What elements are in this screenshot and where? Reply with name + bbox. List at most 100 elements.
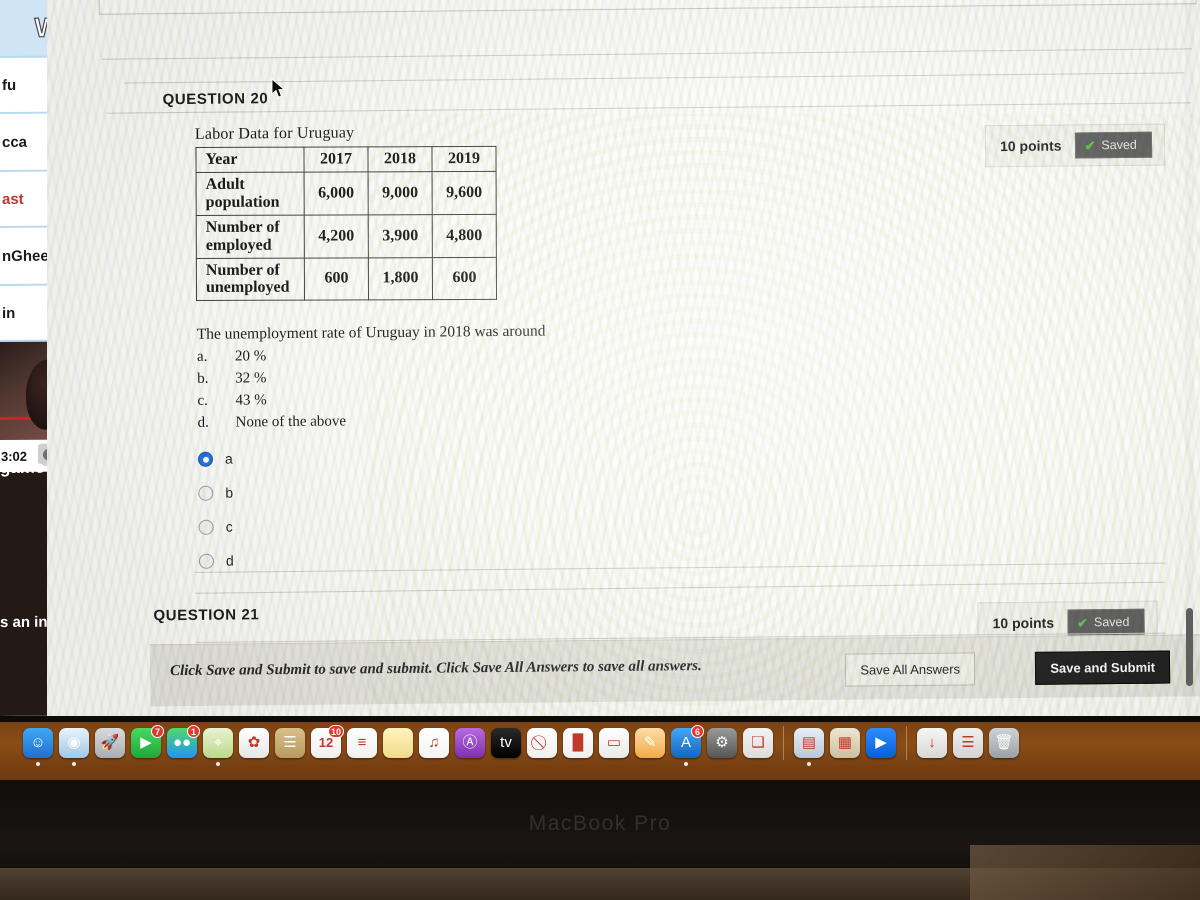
option-d-letter: d. — [197, 415, 209, 432]
notes-icon[interactable] — [383, 728, 413, 758]
question-20-option-b: b. 32 % — [197, 366, 717, 388]
device-model-label: MacBook Pro — [528, 812, 672, 835]
table-row-header-number-unemployed: Number of unemployed — [196, 257, 305, 301]
launchpad-icon[interactable]: 🚀 — [95, 728, 125, 758]
dock-running-indicator — [684, 762, 688, 766]
safari-icon[interactable]: ◉ — [59, 728, 89, 766]
calendar-icon[interactable]: 12 10 — [311, 725, 344, 758]
question-21-saved-label: Saved — [1093, 614, 1130, 630]
macos-dock: ☺◉🚀▶7●●1⌖✿☰1210≡♫Ⓐtv⃠█▭✎A6⚙❑▤▦▶↓☰🗑 — [0, 722, 1200, 780]
question-21-points-text: 10 points — [992, 614, 1055, 632]
trash-icon[interactable]: 🗑 — [989, 728, 1019, 758]
radio-choice-a[interactable]: a — [197, 441, 718, 472]
podcasts-icon[interactable]: Ⓐ — [455, 728, 485, 758]
row-label-line-2: population — [205, 193, 280, 211]
photographed-desk-scene: W fu cca ast nGhee in 3:02 game s an in … — [0, 0, 1200, 900]
finder-icon[interactable]: ☺ — [23, 728, 53, 766]
question-20-status-badge: ✔ Saved — [1075, 131, 1152, 159]
footer-instruction-text: Click Save and Submit to save and submit… — [169, 658, 702, 680]
divider-question-21-top — [195, 581, 1166, 594]
table-col-header-2018: 2018 — [367, 146, 433, 172]
messages-icon[interactable]: ●● 1 — [167, 725, 200, 758]
dock-badge: 6 — [691, 725, 704, 738]
reminders-icon[interactable]: ≡ — [347, 728, 377, 758]
question-20-label: QUESTION 20 — [162, 90, 269, 109]
question-20-points-text: 10 points — [999, 137, 1062, 155]
pages-icon[interactable]: ✎ — [635, 728, 665, 758]
laptop-screen: Question Completion Status: QUESTION 20 … — [47, 0, 1200, 716]
option-d-text: None of the above — [235, 413, 347, 431]
browser-window-icon[interactable]: ▤ — [794, 728, 824, 766]
question-20-prompt: The unemployment rate of Uruguay in 2018… — [196, 322, 546, 344]
cell-unemployed-2018: 1,800 — [368, 257, 433, 301]
table-header-row: Year 2017 2018 2019 — [195, 146, 497, 173]
row-label-line-1: Adult — [205, 175, 245, 193]
radio-choice-b[interactable]: b — [198, 475, 718, 506]
dock-running-indicator — [72, 762, 76, 766]
question-20-body: Labor Data for Uruguay Year 2017 2018 20… — [195, 121, 719, 582]
cell-employed-2017: 4,200 — [304, 214, 369, 258]
row-label-line-1: Number of — [205, 261, 280, 279]
maps-icon[interactable]: ⌖ — [203, 728, 233, 766]
keynote-icon[interactable]: ▭ — [599, 728, 629, 758]
table-row: Number of employed 4,200 3,900 4,800 — [196, 214, 497, 258]
app-store-icon[interactable]: A6 — [671, 725, 704, 766]
radio-label-c: c — [225, 518, 233, 535]
table-corner-header: Year — [195, 147, 305, 173]
table-row: Adult population 6,000 9,000 9,600 — [196, 171, 497, 216]
news-icon[interactable]: ⃠ — [527, 728, 557, 758]
table-row-header-number-employed: Number of employed — [196, 214, 305, 258]
option-b-letter: b. — [197, 371, 209, 388]
save-and-submit-button[interactable]: Save and Submit — [1035, 650, 1171, 685]
quiz-footer: Click Save and Submit to save and submit… — [149, 634, 1200, 707]
dock-running-indicator — [36, 762, 40, 766]
dock-badge: 10 — [327, 725, 344, 738]
row-label-line-2: employed — [205, 236, 272, 254]
option-a-letter: a. — [196, 349, 208, 366]
radio-label-a: a — [224, 450, 233, 467]
downloads-folder-icon[interactable]: ↓ — [917, 728, 947, 758]
divider-top-1 — [102, 48, 1193, 60]
question-20-option-a: a. 20 % — [197, 344, 717, 366]
preview-icon[interactable]: ❑ — [743, 728, 773, 758]
check-icon: ✔ — [1084, 137, 1096, 153]
facetime-icon[interactable]: ▶ 7 — [131, 725, 164, 758]
music-icon[interactable]: ♫ — [419, 728, 449, 758]
question-20-answer-choices: a b c d — [197, 441, 719, 574]
radio-button-b-icon[interactable] — [198, 485, 214, 501]
radio-button-a-icon[interactable] — [197, 451, 214, 467]
zoom-icon[interactable]: ▶ — [866, 728, 896, 758]
divider-top-3 — [106, 102, 1191, 114]
cell-unemployed-2017: 600 — [304, 257, 369, 301]
table-col-header-2019: 2019 — [431, 146, 497, 172]
document-icon[interactable]: ☰ — [953, 728, 983, 758]
dock-running-indicator — [216, 762, 220, 766]
quiz-page: Question Completion Status: QUESTION 20 … — [47, 0, 1200, 716]
photos-icon[interactable]: ✿ — [239, 728, 269, 758]
cell-adult-population-2019: 9,600 — [432, 171, 497, 215]
apple-tv-icon[interactable]: tv — [491, 728, 521, 758]
system-preferences-icon[interactable]: ⚙ — [707, 728, 737, 758]
cell-adult-population-2017: 6,000 — [304, 171, 369, 215]
table-row: Number of unemployed 600 1,800 600 — [196, 256, 497, 301]
text-editor-icon[interactable]: ▦ — [830, 728, 860, 758]
question-20-saved-label: Saved — [1101, 137, 1137, 153]
question-completion-status-box: Question Completion Status: — [98, 0, 1197, 15]
cell-employed-2019: 4,800 — [432, 214, 497, 258]
question-20-points-panel: 10 points ✔ Saved — [984, 123, 1166, 168]
option-a-text: 20 % — [234, 348, 267, 365]
numbers-icon[interactable]: █ — [563, 728, 593, 758]
dock-separator — [906, 726, 907, 760]
page-scrollbar-thumb[interactable] — [1186, 608, 1193, 686]
save-all-answers-button[interactable]: Save All Answers — [845, 652, 976, 687]
radio-choice-c[interactable]: c — [198, 509, 719, 540]
radio-button-c-icon[interactable] — [198, 519, 214, 535]
question-21-status-badge: ✔ Saved — [1067, 608, 1145, 636]
row-label-line-1: Number of — [205, 218, 280, 236]
question-20-option-c: c. 43 % — [197, 388, 717, 410]
dock-icon-list: ☺◉🚀▶7●●1⌖✿☰1210≡♫Ⓐtv⃠█▭✎A6⚙❑▤▦▶↓☰🗑 — [20, 725, 1022, 766]
dock-badge: 1 — [187, 725, 200, 738]
contacts-icon[interactable]: ☰ — [275, 728, 305, 758]
radio-button-d-icon[interactable] — [198, 553, 215, 569]
question-20-option-d: d. None of the above — [198, 410, 718, 432]
